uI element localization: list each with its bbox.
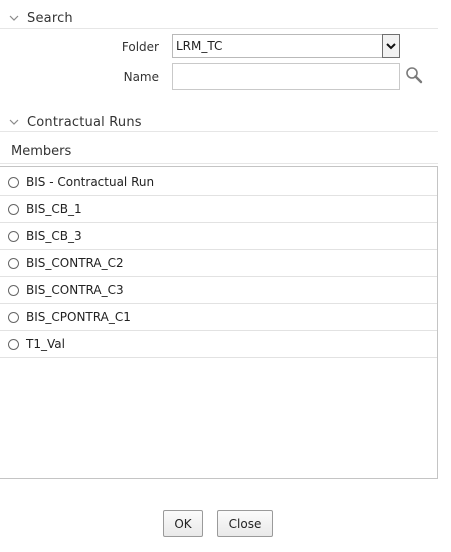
folder-select[interactable]: LRM_TC <box>172 34 400 58</box>
chevron-down-icon <box>9 15 19 21</box>
chevron-down-icon <box>9 119 19 125</box>
list-item-label: BIS_CONTRA_C2 <box>26 256 124 270</box>
search-icon[interactable] <box>404 65 424 85</box>
radio-button[interactable] <box>8 311 19 323</box>
ok-button[interactable]: OK <box>163 510 203 537</box>
list-item[interactable]: BIS_CONTRA_C3 <box>0 277 437 304</box>
list-item-label: BIS_CPONTRA_C1 <box>26 310 131 324</box>
list-item-label: BIS_CB_3 <box>26 229 82 243</box>
list-item-label: T1_Val <box>26 337 65 351</box>
list-item[interactable]: T1_Val <box>0 331 437 358</box>
list-item[interactable]: BIS_CPONTRA_C1 <box>0 304 437 331</box>
contractual-runs-section-header[interactable]: Contractual Runs <box>0 112 142 132</box>
list-item[interactable]: BIS_CB_1 <box>0 196 437 223</box>
list-item[interactable]: BIS_CONTRA_C2 <box>0 250 437 277</box>
chevron-down-icon <box>386 43 396 50</box>
list-item[interactable]: BIS_CB_3 <box>0 223 437 250</box>
folder-dropdown-button[interactable] <box>382 34 400 58</box>
radio-button[interactable] <box>8 230 19 242</box>
list-item-label: BIS_CONTRA_C3 <box>26 283 124 297</box>
members-list[interactable]: BIS - Contractual Run BIS_CB_1 BIS_CB_3 … <box>0 166 438 479</box>
radio-button[interactable] <box>8 284 19 296</box>
folder-select-value: LRM_TC <box>176 39 223 53</box>
folder-label: Folder <box>121 40 159 54</box>
list-item-label: BIS - Contractual Run <box>26 175 155 189</box>
radio-button[interactable] <box>8 338 19 350</box>
divider <box>0 28 438 29</box>
radio-button[interactable] <box>8 257 19 269</box>
name-label: Name <box>123 70 159 84</box>
name-input[interactable] <box>172 63 400 90</box>
list-item-label: BIS_CB_1 <box>26 202 82 216</box>
list-item[interactable]: BIS - Contractual Run <box>0 169 437 196</box>
members-label: Members <box>11 144 72 159</box>
search-section-title: Search <box>27 10 73 26</box>
radio-button[interactable] <box>8 203 19 215</box>
search-section-header[interactable]: Search <box>0 8 73 28</box>
divider <box>0 163 438 164</box>
radio-button[interactable] <box>8 176 19 188</box>
close-button[interactable]: Close <box>217 510 273 537</box>
divider <box>0 131 438 132</box>
contractual-runs-section-title: Contractual Runs <box>27 114 142 130</box>
